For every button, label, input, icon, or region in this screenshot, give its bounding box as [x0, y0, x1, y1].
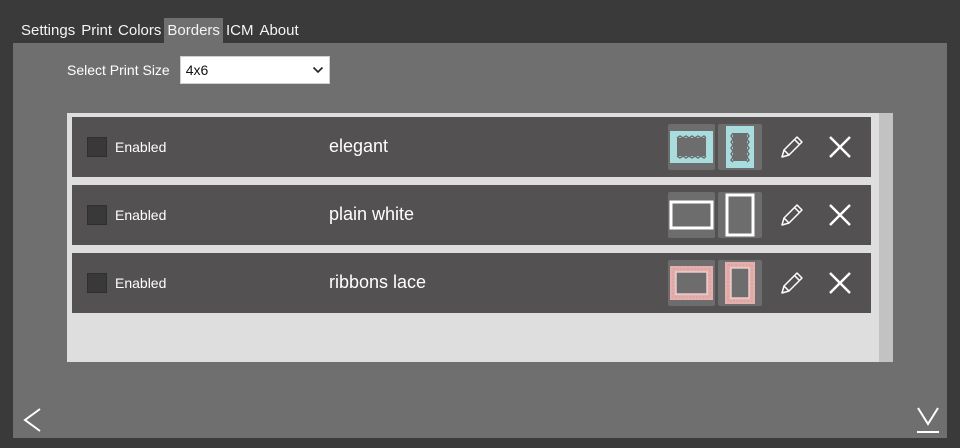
tab-icm[interactable]: ICM [223, 18, 257, 43]
download-button[interactable] [913, 405, 943, 435]
tab-settings[interactable]: Settings [18, 18, 78, 43]
back-button[interactable] [18, 405, 48, 435]
enabled-label: Enabled [115, 275, 167, 291]
portrait-preview[interactable] [718, 260, 762, 306]
close-icon [829, 136, 851, 158]
print-size-value: 4x6 [185, 62, 209, 78]
border-row-plain-white: Enabled plain white [72, 185, 871, 245]
landscape-preview[interactable] [668, 124, 715, 170]
portrait-preview[interactable] [718, 124, 762, 170]
landscape-preview[interactable] [668, 260, 715, 306]
pencil-icon [781, 272, 803, 294]
portrait-preview[interactable] [718, 192, 762, 238]
pencil-icon [781, 204, 803, 226]
chevron-left-icon [23, 408, 41, 432]
enabled-label: Enabled [115, 207, 167, 223]
border-row-elegant: Enabled elegant [72, 117, 871, 177]
delete-button[interactable] [824, 199, 856, 231]
enabled-label: Enabled [115, 139, 167, 155]
print-size-label: Select Print Size [67, 62, 170, 78]
border-list: Enabled elegant Enabled plain white Enab… [67, 113, 893, 362]
close-icon [829, 204, 851, 226]
edit-button[interactable] [776, 199, 808, 231]
border-name: elegant [329, 136, 389, 156]
print-size-row: Select Print Size 4x6 [67, 56, 330, 84]
list-scrollbar[interactable] [879, 113, 893, 362]
edit-button[interactable] [776, 131, 808, 163]
border-name: plain white [329, 204, 415, 224]
borders-panel: Select Print Size 4x6 Enabled elegant En… [13, 43, 947, 438]
pencil-icon [781, 136, 803, 158]
delete-button[interactable] [824, 131, 856, 163]
border-row-ribbons-lace: Enabled ribbons lace [72, 253, 871, 313]
tab-borders[interactable]: Borders [164, 18, 223, 43]
download-icon [917, 407, 939, 433]
enabled-checkbox[interactable] [87, 205, 107, 225]
tab-print[interactable]: Print [78, 18, 115, 43]
tab-about[interactable]: About [256, 18, 301, 43]
delete-button[interactable] [824, 267, 856, 299]
border-name: ribbons lace [329, 272, 427, 292]
tab-colors[interactable]: Colors [115, 18, 164, 43]
landscape-preview[interactable] [668, 192, 715, 238]
tab-bar: Settings Print Colors Borders ICM About [18, 18, 302, 43]
print-size-select[interactable]: 4x6 [179, 56, 330, 84]
close-icon [829, 272, 851, 294]
enabled-checkbox[interactable] [87, 273, 107, 293]
edit-button[interactable] [776, 267, 808, 299]
enabled-checkbox[interactable] [87, 137, 107, 157]
chevron-down-icon [307, 57, 329, 83]
